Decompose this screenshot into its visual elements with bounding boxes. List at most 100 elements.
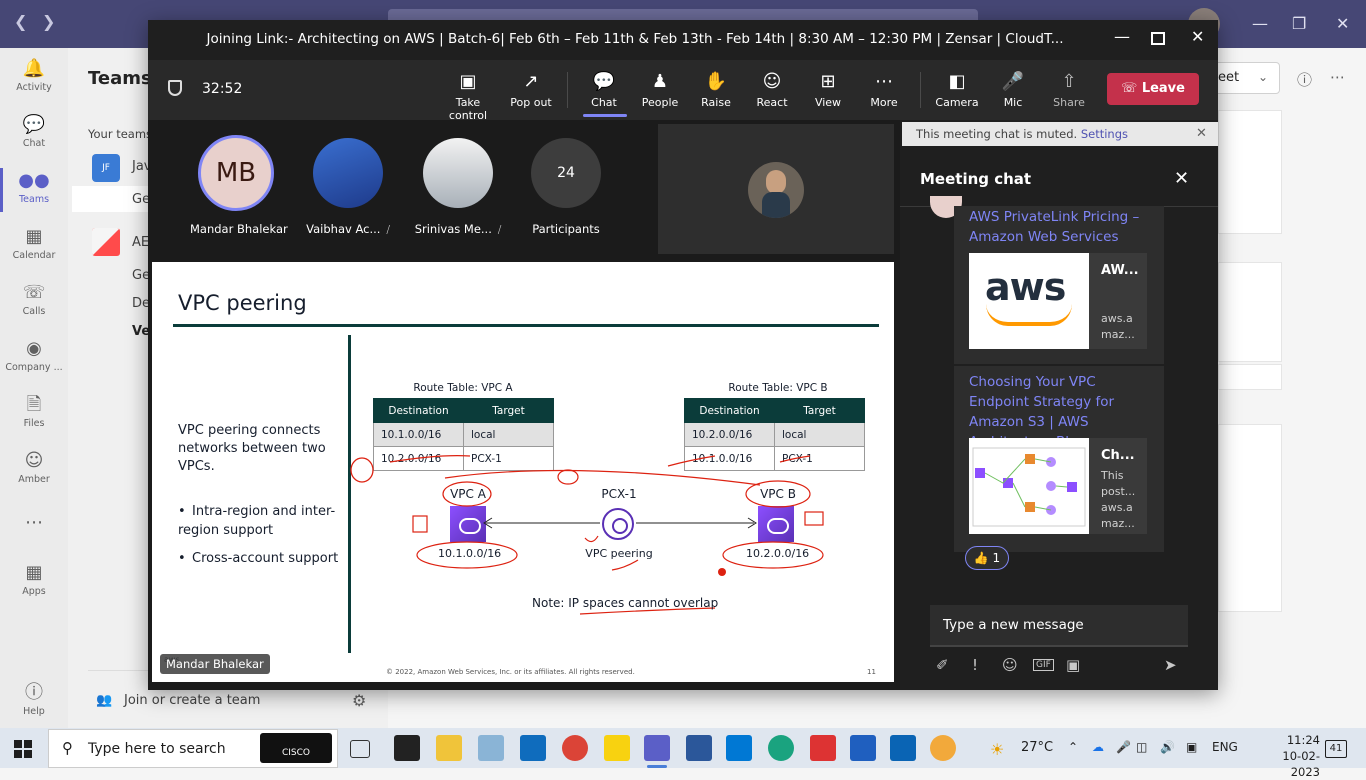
share-button[interactable]: ⇧ Share: [1039, 70, 1099, 109]
participant-tile[interactable]: Vaibhav Ac... ⧸: [298, 138, 398, 236]
rail-chat[interactable]: 💬 Chat: [0, 114, 68, 149]
paint-icon[interactable]: [930, 735, 956, 761]
format-icon[interactable]: ✐: [936, 656, 949, 674]
app-icon[interactable]: [810, 735, 836, 761]
close-icon[interactable]: ✕: [1196, 126, 1207, 141]
volume-icon[interactable]: 🔊: [1160, 740, 1175, 754]
slide-note: Note: IP spaces cannot overlap: [532, 596, 719, 610]
phone-hangup-icon: ☏: [1121, 81, 1142, 96]
more-options-icon[interactable]: ⋯: [1330, 68, 1345, 86]
file-explorer-icon[interactable]: [436, 735, 462, 761]
minimize-icon[interactable]: —: [1114, 27, 1130, 46]
sticky-notes-icon[interactable]: [604, 735, 630, 761]
join-create-team-link[interactable]: Join or create a team: [124, 693, 260, 708]
participant-count: 24: [531, 138, 601, 208]
language-indicator[interactable]: ENG: [1212, 740, 1238, 754]
app-icon[interactable]: [850, 735, 876, 761]
post-card: [1218, 424, 1282, 612]
rail-more[interactable]: ⋯: [0, 512, 68, 536]
team-name[interactable]: AE: [132, 235, 149, 250]
rail-files[interactable]: 🗎 Files: [0, 394, 68, 429]
take-control-button[interactable]: ▣ Take control: [438, 70, 498, 122]
display-icon[interactable]: ▣: [1186, 740, 1197, 754]
participants-count-tile[interactable]: 24 Participants: [528, 138, 604, 236]
panel-title: Teams: [88, 68, 152, 89]
leave-button[interactable]: ☏ Leave: [1107, 73, 1199, 105]
mic-off-icon: 🎤: [1001, 71, 1025, 92]
slide-description: VPC peering connects networks between tw…: [178, 423, 326, 474]
mic-button[interactable]: 🎤 Mic: [983, 70, 1043, 109]
preview-title: AW...: [1101, 263, 1139, 278]
settings-link[interactable]: Settings: [1081, 127, 1128, 141]
task-view-icon[interactable]: [350, 740, 370, 758]
more-button[interactable]: ⋯ More: [854, 70, 914, 109]
info-icon[interactable]: ⓘ: [1297, 69, 1312, 90]
rail-activity[interactable]: 🔔 Activity: [0, 58, 68, 93]
windows-start-icon[interactable]: [14, 740, 32, 758]
minimize-icon[interactable]: —: [1252, 14, 1268, 33]
table-header: Destination: [684, 398, 775, 423]
participant-tile[interactable]: MB Mandar Bhalekar: [190, 135, 288, 236]
pop-out-button[interactable]: ↗ Pop out: [501, 70, 561, 109]
edge-icon[interactable]: [768, 735, 794, 761]
view-button[interactable]: ⊞ View: [798, 70, 858, 109]
post-card: [1218, 110, 1282, 234]
weather-temp[interactable]: 27°C: [1021, 740, 1053, 755]
send-icon[interactable]: ➤: [1164, 656, 1177, 674]
outlook-icon[interactable]: [520, 735, 546, 761]
teams-taskbar-icon[interactable]: [644, 735, 670, 761]
sticker-icon[interactable]: ▣: [1066, 656, 1080, 674]
forward-arrow-icon[interactable]: ❯: [42, 12, 55, 31]
network-icon[interactable]: ◫: [1136, 740, 1147, 754]
mic-icon[interactable]: 🎤: [1116, 740, 1131, 754]
mail-icon[interactable]: [890, 735, 916, 761]
rail-calls[interactable]: ☏ Calls: [0, 282, 68, 317]
vscode-icon[interactable]: [726, 735, 752, 761]
thumbs-up-reaction[interactable]: 👍 1: [965, 546, 1009, 570]
compose-message-input[interactable]: Type a new message: [930, 605, 1188, 647]
chrome-icon[interactable]: [562, 735, 588, 761]
back-arrow-icon[interactable]: ❮: [14, 12, 27, 31]
view-icon: ⊞: [820, 71, 836, 92]
raise-hand-button[interactable]: ✋ Raise: [686, 70, 746, 109]
emoji-icon[interactable]: ☺: [1002, 656, 1018, 674]
app-rail: [0, 48, 68, 728]
your-teams-label: Your teams: [88, 127, 153, 141]
close-window-icon[interactable]: ✕: [1336, 14, 1349, 33]
chat-button[interactable]: 💬 Chat: [574, 70, 634, 109]
restore-icon[interactable]: ❐: [1292, 14, 1306, 33]
camera-button[interactable]: ◧ Camera: [927, 70, 987, 109]
react-button[interactable]: ☺ React: [742, 70, 802, 109]
chat-link[interactable]: AWS PrivateLink Pricing – Amazon Web Ser…: [969, 207, 1159, 247]
participant-name: Mandar Bhalekar: [190, 222, 288, 236]
gif-icon[interactable]: GIF: [1033, 659, 1054, 671]
cisco-icon[interactable]: CISCO: [260, 733, 332, 763]
link-preview-card[interactable]: Ch... This post... aws.a maz...: [969, 438, 1147, 534]
chevron-down-icon[interactable]: ⌄: [1258, 70, 1268, 84]
notification-center-icon[interactable]: 41: [1325, 740, 1347, 758]
participant-tile[interactable]: Srinivas Me... ⧸: [408, 138, 508, 236]
maximize-icon[interactable]: [1151, 32, 1165, 45]
terminal-icon[interactable]: [394, 735, 420, 761]
weather-icon[interactable]: ☀: [990, 740, 1004, 759]
rail-teams[interactable]: ●● Teams: [0, 170, 68, 205]
rail-calendar[interactable]: ▦ Calendar: [0, 226, 68, 261]
important-icon[interactable]: !: [972, 656, 978, 674]
gear-icon[interactable]: ⚙: [352, 691, 366, 710]
cloud-icon[interactable]: ☁: [1092, 740, 1104, 754]
raise-hand-icon: ✋: [704, 71, 728, 92]
clock[interactable]: 11:24 10-02-2023: [1262, 732, 1320, 780]
shield-icon[interactable]: [168, 80, 182, 96]
rail-amber[interactable]: ☺ Amber: [0, 450, 68, 485]
word-icon[interactable]: [686, 735, 712, 761]
close-icon[interactable]: ✕: [1191, 27, 1204, 46]
rail-help[interactable]: ⓘ Help: [0, 682, 68, 717]
rail-apps[interactable]: ▦ Apps: [0, 562, 68, 597]
close-chat-icon[interactable]: ✕: [1174, 168, 1189, 189]
app-icon[interactable]: [478, 735, 504, 761]
rail-company[interactable]: ◉ Company ...: [0, 338, 68, 373]
team-avatar: [92, 228, 120, 256]
people-button[interactable]: ♟ People: [630, 70, 690, 109]
chevron-up-icon[interactable]: ⌃: [1068, 740, 1078, 754]
slide-page-number: 11: [867, 668, 876, 676]
